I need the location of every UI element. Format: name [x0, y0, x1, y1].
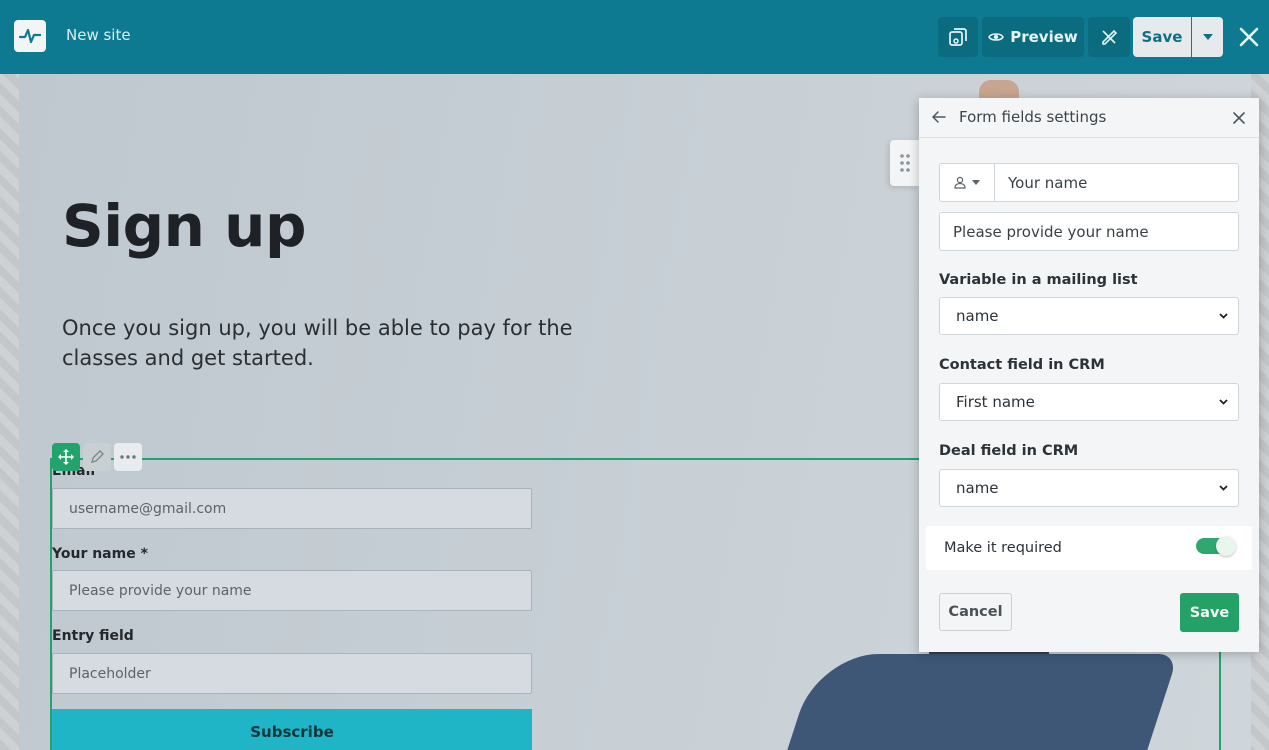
pulse-logo-icon[interactable]	[14, 20, 46, 52]
top-bar: New site Preview Save	[0, 0, 1269, 74]
panel-close-icon[interactable]	[1231, 110, 1247, 126]
image-editor-button[interactable]	[938, 17, 978, 57]
more-options-button[interactable]	[114, 443, 142, 471]
caret-down-icon	[1202, 34, 1213, 40]
mailing-variable-select[interactable]: name	[939, 297, 1239, 335]
ruler-pencil-icon	[1102, 29, 1118, 45]
crm-deal-label: Deal field in CRM	[939, 443, 1079, 459]
required-toggle-row: Make it required	[926, 526, 1252, 570]
crm-contact-label: Contact field in CRM	[939, 357, 1105, 373]
field-placeholder-value: Please provide your name	[953, 222, 1149, 241]
toggle-knob	[1216, 536, 1236, 556]
cancel-button[interactable]: Cancel	[939, 593, 1012, 631]
move-block-button[interactable]	[52, 443, 80, 471]
entry-field-label: Entry field	[52, 628, 134, 644]
mailing-variable-value: name	[956, 307, 999, 325]
email-input[interactable]: username@gmail.com	[52, 488, 532, 529]
close-editor-button[interactable]	[1236, 24, 1262, 50]
chevron-down-icon	[1219, 485, 1228, 491]
field-placeholder-input[interactable]: Please provide your name	[939, 212, 1239, 251]
your-name-input[interactable]: Please provide your name	[52, 570, 532, 611]
required-label: Make it required	[944, 540, 1062, 556]
chevron-down-icon	[1219, 313, 1228, 319]
your-name-label: Your name *	[52, 546, 148, 562]
crm-deal-select[interactable]: name	[939, 469, 1239, 507]
eye-icon	[988, 33, 1005, 41]
pencil-icon	[91, 450, 104, 463]
image-stack-icon	[949, 28, 967, 46]
preview-button[interactable]: Preview	[982, 17, 1084, 57]
crm-contact-value: First name	[956, 393, 1035, 411]
save-button[interactable]: Save	[1133, 17, 1191, 57]
panel-drag-handle[interactable]	[890, 140, 920, 186]
crm-contact-select[interactable]: First name	[939, 383, 1239, 421]
block-toolbar	[52, 443, 142, 471]
close-icon	[1239, 27, 1259, 47]
field-label-value: Your name	[1008, 173, 1088, 192]
page-headline[interactable]: Sign up	[62, 192, 306, 260]
edit-block-button[interactable]	[83, 443, 111, 471]
entry-field-input[interactable]: Placeholder	[52, 653, 532, 694]
panel-save-button[interactable]: Save	[1180, 593, 1239, 632]
caret-down-icon	[972, 180, 980, 185]
move-arrows-icon	[58, 449, 74, 465]
mailing-variable-label: Variable in a mailing list	[939, 272, 1138, 288]
back-arrow-icon[interactable]	[931, 109, 947, 125]
subscribe-button[interactable]: Subscribe	[52, 709, 532, 750]
ellipsis-icon	[120, 455, 136, 459]
design-tools-button[interactable]	[1088, 17, 1130, 57]
form-fields-settings-panel: Form fields settings Your name Please pr…	[919, 98, 1259, 652]
field-label-input[interactable]: Your name	[939, 163, 1239, 202]
page-subtext[interactable]: Once you sign up, you will be able to pa…	[62, 313, 582, 373]
panel-title: Form fields settings	[959, 108, 1107, 126]
field-icon-select[interactable]	[940, 164, 995, 201]
drag-dots-icon	[900, 154, 910, 172]
preview-label: Preview	[1010, 28, 1078, 46]
panel-header: Form fields settings	[919, 98, 1259, 138]
user-icon	[954, 176, 966, 189]
site-name[interactable]: New site	[66, 26, 131, 44]
required-toggle[interactable]	[1196, 536, 1236, 556]
crm-deal-value: name	[956, 479, 999, 497]
save-options-dropdown[interactable]	[1192, 17, 1223, 57]
chevron-down-icon	[1219, 399, 1228, 405]
